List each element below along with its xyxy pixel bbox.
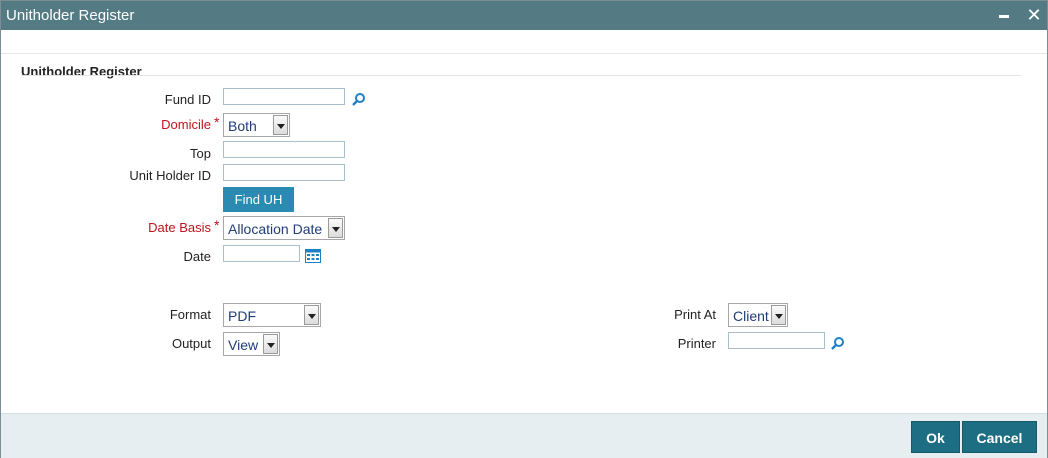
required-mark: * [214, 217, 220, 233]
format-select[interactable]: PDF [223, 303, 321, 327]
date-field[interactable] [223, 245, 300, 262]
chevron-down-icon[interactable] [771, 305, 786, 325]
find-uh-button[interactable]: Find UH [223, 187, 294, 212]
chevron-down-icon[interactable] [304, 305, 319, 325]
date-basis-label: Date Basis [148, 220, 211, 235]
unitholder-register-window: Unitholder Register ✕ Unitholder Registe… [0, 0, 1048, 458]
output-select[interactable]: View [223, 332, 280, 356]
unit-holder-id-label: Unit Holder ID [129, 168, 211, 183]
format-select-value: PDF [228, 308, 256, 324]
chevron-down-icon[interactable] [263, 334, 278, 354]
window-title: Unitholder Register [6, 7, 135, 24]
date-basis-select-value: Allocation Date [228, 221, 323, 237]
chevron-down-icon[interactable] [273, 115, 288, 135]
search-icon[interactable] [352, 92, 366, 106]
cancel-button[interactable]: Cancel [962, 421, 1037, 453]
required-mark: * [214, 114, 220, 130]
top-field[interactable] [223, 141, 345, 158]
toolbar-strip [1, 30, 1047, 54]
chevron-down-icon[interactable] [328, 218, 343, 238]
search-icon[interactable] [831, 336, 845, 350]
fund-id-label: Fund ID [164, 92, 211, 107]
print-at-select-value: Client [733, 308, 769, 324]
printer-field[interactable] [728, 332, 825, 349]
top-label: Top [190, 146, 211, 161]
print-at-select[interactable]: Client [728, 303, 788, 327]
date-basis-select[interactable]: Allocation Date [223, 216, 345, 240]
calendar-icon[interactable] [305, 249, 321, 263]
domicile-select[interactable]: Both [223, 113, 290, 137]
printer-label: Printer [677, 336, 716, 351]
date-label: Date [183, 249, 211, 264]
print-at-label: Print At [674, 307, 716, 322]
output-select-value: View [228, 337, 259, 353]
section-divider [21, 75, 1021, 76]
domicile-label: Domicile [161, 117, 211, 132]
footer-bar: Ok Cancel [1, 413, 1047, 458]
format-label: Format [169, 307, 211, 322]
close-icon[interactable]: ✕ [1024, 5, 1044, 25]
output-label: Output [171, 336, 211, 351]
section-title: Unitholder Register [21, 64, 142, 79]
unit-holder-id-field[interactable] [223, 164, 345, 181]
minimize-icon[interactable] [994, 5, 1014, 25]
fund-id-field[interactable] [223, 88, 345, 105]
ok-button[interactable]: Ok [911, 421, 960, 453]
domicile-select-value: Both [228, 118, 257, 134]
title-bar: Unitholder Register ✕ [1, 1, 1047, 30]
